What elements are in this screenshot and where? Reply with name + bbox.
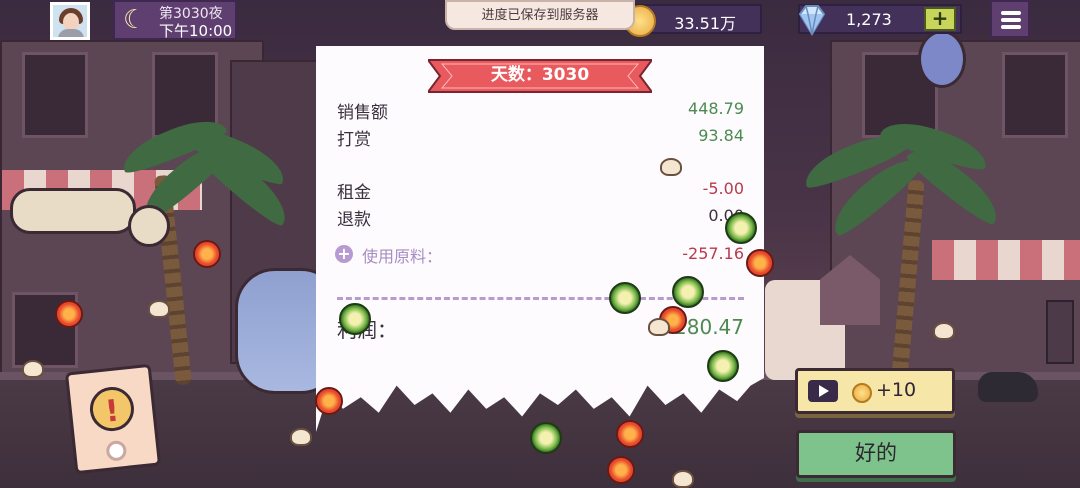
avatar-body <box>58 29 84 37</box>
garlic-icon <box>672 470 694 488</box>
jalapeno-slice-icon <box>672 276 704 308</box>
buy-gems-button[interactable]: + <box>924 7 956 31</box>
watch-ad-button[interactable]: +10 <box>795 368 955 414</box>
jalapeno-slice-icon <box>725 212 757 244</box>
tips-value: 93.84 <box>698 126 744 145</box>
tomato-slice-icon <box>315 387 343 415</box>
clock-time: 下午10:00 <box>159 22 233 40</box>
save-toast: 进度已保存到服务器 <box>445 0 635 30</box>
gem-balance: 1,273 + <box>798 4 962 36</box>
rent-value: -5.00 <box>702 179 744 198</box>
tomato-slice-icon <box>746 249 774 277</box>
building-window <box>1002 52 1068 138</box>
tips-label: 打赏 <box>337 130 371 150</box>
coin-icon <box>852 383 872 403</box>
sales-value: 448.79 <box>688 99 744 118</box>
shop-awning <box>932 240 1080 280</box>
menu-icon-bar <box>1001 18 1021 22</box>
expand-ingredients-icon[interactable]: + <box>335 245 353 263</box>
player-avatar[interactable] <box>50 2 90 40</box>
coin-amount: 33.51万 <box>674 14 736 33</box>
building-window <box>22 52 88 138</box>
paw-sign-icon <box>128 205 170 247</box>
garlic-icon <box>660 158 682 176</box>
tomato-slice-icon <box>193 240 221 268</box>
exclamation-icon: ! <box>87 384 137 434</box>
jalapeno-slice-icon <box>530 422 562 454</box>
tomato-slice-icon <box>55 300 83 328</box>
jalapeno-slice-icon <box>609 282 641 314</box>
garlic-icon <box>933 322 955 340</box>
alert-card[interactable]: ! <box>64 363 162 475</box>
refund-label: 退款 <box>337 210 371 230</box>
sales-label: 销售额 <box>337 103 388 123</box>
balloon <box>918 30 966 88</box>
bone-sign <box>10 188 136 234</box>
street-lamp <box>1046 300 1074 364</box>
garlic-icon <box>148 300 170 318</box>
jalapeno-slice-icon <box>707 350 739 382</box>
gem-amount: 1,273 <box>846 10 892 29</box>
coin-balance: 33.51万 <box>624 4 762 37</box>
alert-dot-icon <box>105 439 128 462</box>
garlic-icon <box>22 360 44 378</box>
video-play-icon <box>808 380 838 402</box>
ingredients-label[interactable]: 使用原料： <box>362 243 442 267</box>
night-time-badge: ☾ 第3030夜 下午10:00 <box>113 0 237 40</box>
ingredients-value: -257.16 <box>682 244 744 263</box>
garlic-icon <box>290 428 312 446</box>
ok-button[interactable]: 好的 <box>796 430 956 478</box>
menu-icon-bar <box>1001 25 1021 29</box>
jalapeno-slice-icon <box>339 303 371 335</box>
tomato-slice-icon <box>607 456 635 484</box>
diamond-icon <box>798 5 826 36</box>
sleeping-cat <box>978 372 1038 402</box>
menu-icon-bar <box>1001 11 1021 15</box>
tomato-slice-icon <box>616 420 644 448</box>
garlic-icon <box>648 318 670 336</box>
day-title: 天数：3030 <box>490 65 590 85</box>
menu-button[interactable] <box>990 0 1030 38</box>
moon-icon: ☾ <box>123 5 147 35</box>
ad-reward-amount: +10 <box>876 379 917 401</box>
rent-label: 租金 <box>337 183 371 203</box>
